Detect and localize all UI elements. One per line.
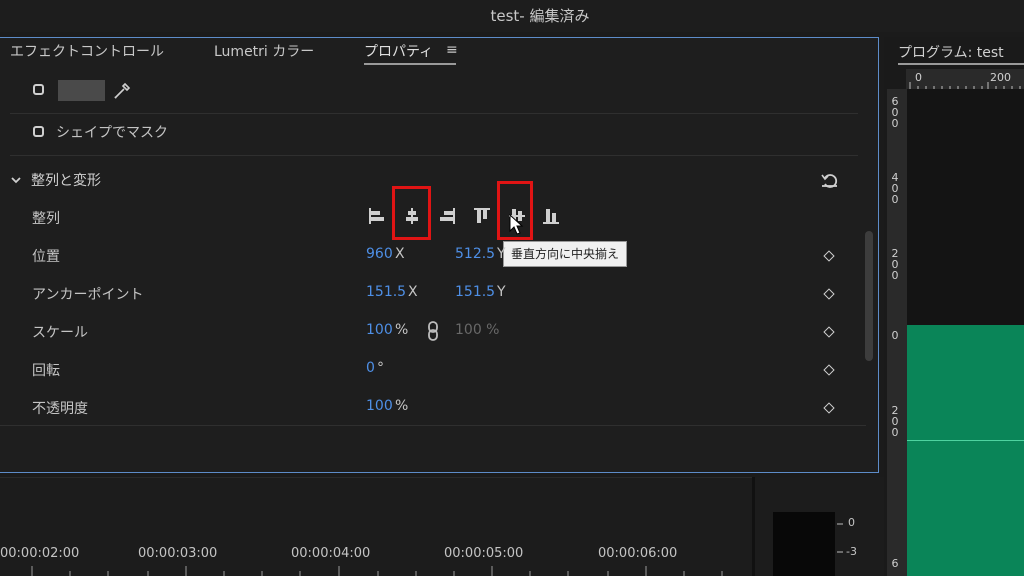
timeline-divider <box>752 477 755 576</box>
opacity-value[interactable]: 100 <box>366 398 393 414</box>
timecode-label: 00:00:03:00 <box>138 546 218 561</box>
vruler-label: 200 <box>891 247 899 282</box>
timeline-border <box>0 477 752 478</box>
rotation-label: 回転 <box>32 363 60 379</box>
program-canvas[interactable] <box>907 89 1024 325</box>
align-bottom-icon[interactable] <box>541 206 561 226</box>
align-transform-section-title[interactable]: 整列と変形 <box>31 170 101 190</box>
vruler-label: 200 <box>891 404 899 439</box>
program-monitor-title[interactable]: プログラム: test <box>898 42 1004 62</box>
opacity-unit: % <box>395 398 409 414</box>
rotation-value[interactable]: 0 <box>366 360 375 376</box>
properties-panel <box>0 37 879 473</box>
divider <box>10 155 858 156</box>
timecode-label: 00:00:06:00 <box>598 546 678 561</box>
audio-meter-ticks <box>837 523 843 553</box>
timecode-label: 00:00:05:00 <box>444 546 524 561</box>
align-right-icon[interactable] <box>437 206 457 226</box>
align-label: 整列 <box>32 211 60 227</box>
scale-value[interactable]: 100 <box>366 322 393 338</box>
scale-linked-value: 100 % <box>455 322 500 338</box>
anchor-y-unit: Y <box>497 284 506 300</box>
timecode-label: 00:00:04:00 <box>291 546 371 561</box>
green-shape-layer[interactable] <box>907 325 1024 576</box>
guide-line <box>907 440 1024 441</box>
anchor-point-label: アンカーポイント <box>32 287 144 303</box>
anchor-y-value[interactable]: 151.5 <box>455 284 495 300</box>
vruler-label: 6 <box>891 557 899 570</box>
scale-label: スケール <box>32 325 88 341</box>
fill-color-swatch[interactable] <box>58 80 105 101</box>
timeline-ruler-ticks <box>31 566 723 576</box>
shape-mask-label: シェイプでマスク <box>56 125 168 141</box>
vruler-label: 0 <box>891 329 899 342</box>
audio-meter-mark: 0 <box>848 516 855 529</box>
tab-lumetri-color[interactable]: Lumetri カラー <box>214 41 314 61</box>
opacity-label: 不透明度 <box>32 401 88 417</box>
window-title: test- 編集済み <box>490 7 590 25</box>
active-tab-indicator <box>364 63 456 65</box>
audio-meter <box>773 512 835 576</box>
rotation-unit: ° <box>377 360 384 376</box>
position-x-value[interactable]: 960 <box>366 246 393 262</box>
fill-checkbox[interactable] <box>33 84 44 95</box>
mouse-cursor-icon <box>509 214 524 235</box>
anchor-x-unit: X <box>408 284 418 300</box>
vruler-label: 600 <box>891 95 899 130</box>
tab-properties[interactable]: プロパティ <box>364 41 433 61</box>
shape-mask-checkbox[interactable] <box>33 126 44 137</box>
reset-icon[interactable] <box>820 172 840 190</box>
program-tab-indicator <box>898 63 1024 65</box>
anchor-x-value[interactable]: 151.5 <box>366 284 406 300</box>
divider <box>10 113 858 114</box>
scale-unit: % <box>395 322 409 338</box>
hruler-ticks <box>909 82 1021 89</box>
align-left-icon[interactable] <box>367 206 387 226</box>
timecode-label: 00:00:02:00 <box>0 546 80 561</box>
divider <box>0 425 866 426</box>
audio-meter-mark: -3 <box>846 545 857 558</box>
eyedropper-icon[interactable] <box>112 80 132 100</box>
align-top-icon[interactable] <box>472 206 492 226</box>
panel-menu-icon[interactable]: ≡ <box>446 42 458 58</box>
position-y-unit: Y <box>497 246 506 262</box>
chevron-down-icon[interactable] <box>10 174 22 186</box>
tab-effect-controls[interactable]: エフェクトコントロール <box>10 41 164 61</box>
tooltip: 垂直方向に中央揃え <box>503 241 628 267</box>
highlight-box-horizontal-center <box>392 186 431 240</box>
position-y-value[interactable]: 512.5 <box>455 246 495 262</box>
link-icon[interactable] <box>426 321 440 341</box>
vruler-label: 400 <box>891 171 899 206</box>
panel-scrollbar-thumb[interactable] <box>865 231 873 361</box>
position-x-unit: X <box>395 246 405 262</box>
position-label: 位置 <box>32 249 60 265</box>
